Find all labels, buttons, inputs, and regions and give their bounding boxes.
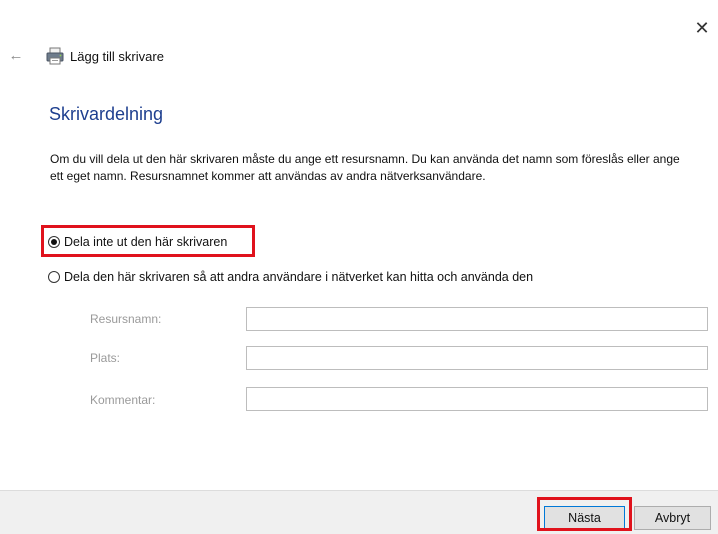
close-button[interactable]: ✕	[692, 18, 712, 38]
location-label: Plats:	[90, 351, 121, 365]
comment-label: Kommentar:	[90, 393, 156, 407]
printer-icon	[46, 47, 64, 65]
comment-input[interactable]	[246, 387, 708, 411]
description-text: Om du vill dela ut den här skrivaren mås…	[50, 152, 680, 183]
radio-button-share[interactable]	[48, 271, 60, 283]
window-title: Lägg till skrivare	[70, 48, 164, 64]
radio-option-share[interactable]: Dela den här skrivaren så att andra anvä…	[48, 267, 533, 287]
back-arrow-icon[interactable]: ←	[8, 48, 24, 64]
share-name-label: Resursnamn:	[90, 312, 162, 326]
location-input[interactable]	[246, 346, 708, 370]
highlight-annotation-next	[537, 497, 632, 531]
highlight-annotation-option	[41, 225, 255, 257]
cancel-button[interactable]: Avbryt	[634, 506, 711, 530]
title-bar: ← Lägg till skrivare	[8, 44, 164, 68]
close-icon: ✕	[694, 18, 710, 38]
radio-label-share: Dela den här skrivaren så att andra anvä…	[64, 270, 534, 284]
page-title: Skrivardelning	[49, 104, 164, 124]
share-name-input[interactable]	[246, 307, 708, 331]
